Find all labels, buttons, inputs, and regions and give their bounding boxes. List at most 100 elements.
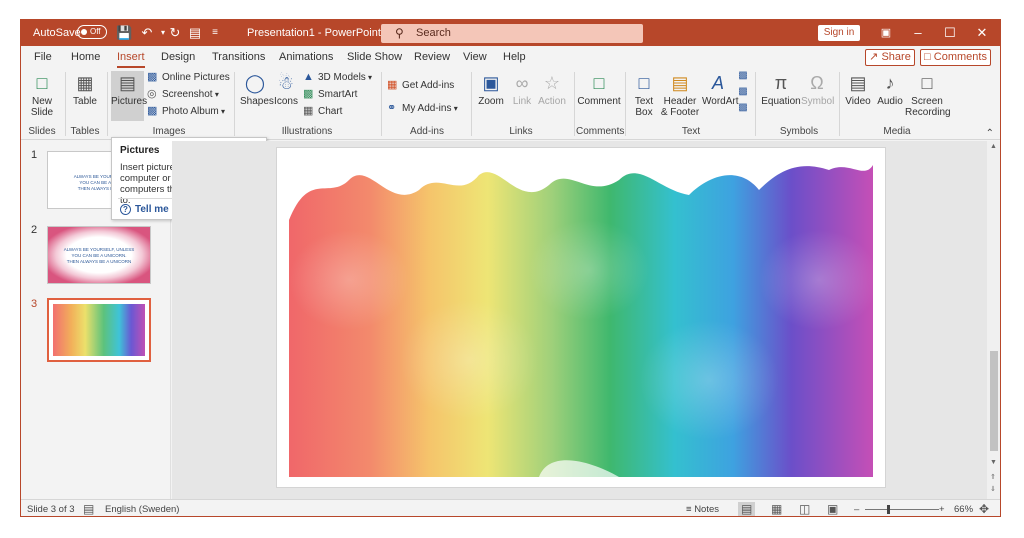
document-title: Presentation1 - PowerPoint <box>247 27 381 39</box>
undo-icon[interactable]: ↶ <box>139 25 155 41</box>
customize-toolbar-icon[interactable]: ≡ <box>207 25 223 41</box>
sign-in-button[interactable]: Sign in <box>818 25 860 41</box>
chart-button[interactable]: ▦ Chart <box>303 105 342 118</box>
scroll-down-icon[interactable]: ▼ <box>990 459 997 466</box>
equation-button[interactable]: π Equation <box>761 72 801 107</box>
smartart-button[interactable]: ▩ SmartArt <box>303 88 357 101</box>
link-button[interactable]: ∞ Link <box>509 72 535 107</box>
tab-view[interactable]: View <box>463 51 487 63</box>
date-time-icon[interactable]: ▩ <box>737 70 749 81</box>
picture-icon: ▤ <box>118 73 136 93</box>
zoom-in-icon[interactable]: + <box>939 504 945 515</box>
wordart-button[interactable]: A WordArt <box>702 72 739 107</box>
online-pictures-button[interactable]: ▩ Online Pictures <box>147 71 230 84</box>
equation-label: Equation <box>761 96 801 107</box>
pictures-button[interactable]: ▤ Pictures <box>111 72 147 107</box>
cube-icon: ▲ <box>303 71 314 83</box>
collapse-ribbon-icon[interactable]: ⌃ <box>986 128 994 139</box>
audio-button[interactable]: ♪ Audio <box>875 72 905 107</box>
save-icon[interactable]: 💾 <box>116 25 132 41</box>
shapes-button[interactable]: ◯ Shapes <box>240 72 274 107</box>
current-slide[interactable] <box>276 147 886 488</box>
tab-design[interactable]: Design <box>161 51 195 63</box>
tab-file[interactable]: File <box>34 51 52 63</box>
symbol-button[interactable]: Ω Symbol <box>801 72 834 107</box>
zoom-slider-knob[interactable] <box>887 505 890 514</box>
powerpoint-window: AutoSave Off 💾 ↶ ▾ ↻ ▤ ≡ Presentation1 -… <box>20 19 1001 517</box>
group-separator <box>234 72 235 136</box>
autosave-toggle[interactable]: Off <box>77 25 107 39</box>
share-button[interactable]: ↗ Share <box>865 49 915 66</box>
rainbow-smoke-picture[interactable] <box>289 160 873 477</box>
search-box[interactable]: ⚲ Search <box>381 24 643 43</box>
ribbon-display-icon[interactable]: ▣ <box>871 23 901 43</box>
group-label-addins: Add-ins <box>410 126 444 137</box>
close-icon[interactable]: ✕ <box>967 23 997 43</box>
comment-label: Comment <box>577 96 621 107</box>
action-button[interactable]: ☆ Action <box>536 72 568 107</box>
reading-view-icon[interactable]: ◫ <box>799 502 810 516</box>
chart-icon: ▦ <box>303 105 314 117</box>
group-separator <box>381 72 382 136</box>
photo-album-button[interactable]: ▩ Photo Album ▾ <box>147 106 225 118</box>
status-bar: Slide 3 of 3 ▤ English (Sweden) ≡ Notes … <box>21 499 1000 516</box>
scroll-up-icon[interactable]: ▲ <box>990 143 997 150</box>
wordart-label: WordArt <box>702 96 739 107</box>
previous-slide-icon[interactable]: ⇑ <box>990 473 996 481</box>
zoom-slider-track[interactable] <box>865 509 939 510</box>
new-slide-button[interactable]: □ New Slide <box>27 72 57 118</box>
maximize-icon[interactable]: ☐ <box>935 23 965 43</box>
slide-number-icon[interactable]: ▩ <box>737 86 749 97</box>
get-addins-button[interactable]: ▦ Get Add-ins <box>387 80 454 92</box>
fit-slide-icon[interactable]: ✥ <box>979 502 989 516</box>
tab-help[interactable]: Help <box>503 51 526 63</box>
notes-label: Notes <box>694 504 720 515</box>
tab-transitions[interactable]: Transitions <box>212 51 265 63</box>
minimize-icon[interactable]: – <box>903 23 933 43</box>
header-footer-label: Header & Footer <box>660 96 700 118</box>
comments-button[interactable]: □ Comments <box>920 49 991 66</box>
zoom-button[interactable]: ▣ Zoom <box>476 72 506 107</box>
slideshow-icon[interactable]: ▣ <box>827 502 838 516</box>
slide-thumbnail-3[interactable] <box>47 298 151 362</box>
slide-thumbnail-2[interactable]: ALWAYS BE YOURSELF, UNLESS YOU CAN BE A … <box>47 226 151 284</box>
zoom-out-icon[interactable]: – <box>854 504 859 515</box>
comment-button[interactable]: □ Comment <box>577 72 621 107</box>
online-pictures-label: Online Pictures <box>162 72 230 83</box>
video-button[interactable]: ▤ Video <box>843 72 873 107</box>
present-icon[interactable]: ▤ <box>187 25 203 41</box>
object-icon[interactable]: ▩ <box>737 102 749 113</box>
next-slide-icon[interactable]: ⇓ <box>990 485 996 493</box>
screenshot-button[interactable]: ◎ Screenshot ▾ <box>147 88 219 101</box>
zoom-level[interactable]: 66% <box>954 504 973 515</box>
group-label-text: Text <box>681 126 701 137</box>
tab-review[interactable]: Review <box>414 51 450 63</box>
group-label-links: Links <box>509 126 533 137</box>
globe-picture-icon: ▩ <box>147 71 158 83</box>
title-bar: AutoSave Off 💾 ↶ ▾ ↻ ▤ ≡ Presentation1 -… <box>21 20 1000 46</box>
normal-view-icon[interactable]: ▤ <box>738 502 756 516</box>
text-box-button[interactable]: □ Text Box <box>631 72 657 118</box>
my-addins-button[interactable]: ⚭ My Add-ins ▾ <box>387 103 458 115</box>
screen-recording-button[interactable]: □ Screen Recording <box>905 72 951 118</box>
film-icon: ▤ <box>849 73 867 93</box>
scrollbar-thumb[interactable] <box>990 351 998 451</box>
3d-models-button[interactable]: ▲ 3D Models ▾ <box>303 71 372 84</box>
language-indicator[interactable]: English (Sweden) <box>105 504 179 515</box>
tab-home[interactable]: Home <box>71 51 100 63</box>
tab-insert[interactable]: Insert <box>117 51 145 68</box>
redo-icon[interactable]: ↻ <box>167 25 183 41</box>
vertical-scrollbar[interactable]: ▲ ▼ ⇑ ⇓ <box>987 141 1000 499</box>
tab-slide-show[interactable]: Slide Show <box>347 51 402 63</box>
header-footer-button[interactable]: ▤ Header & Footer <box>660 72 700 118</box>
group-label-symbols: Symbols <box>779 126 819 137</box>
tab-animations[interactable]: Animations <box>279 51 333 63</box>
smartart-icon: ▩ <box>303 88 314 100</box>
share-icon: ↗ <box>869 51 879 63</box>
slide-sorter-icon[interactable]: ▦ <box>771 502 782 516</box>
camera-icon: ◎ <box>147 88 157 100</box>
notes-button[interactable]: ≡ Notes <box>686 504 719 515</box>
accessibility-icon[interactable]: ▤ <box>83 502 94 516</box>
table-button[interactable]: ▦ Table <box>71 72 99 107</box>
icons-button[interactable]: ☃ Icons <box>273 72 299 107</box>
